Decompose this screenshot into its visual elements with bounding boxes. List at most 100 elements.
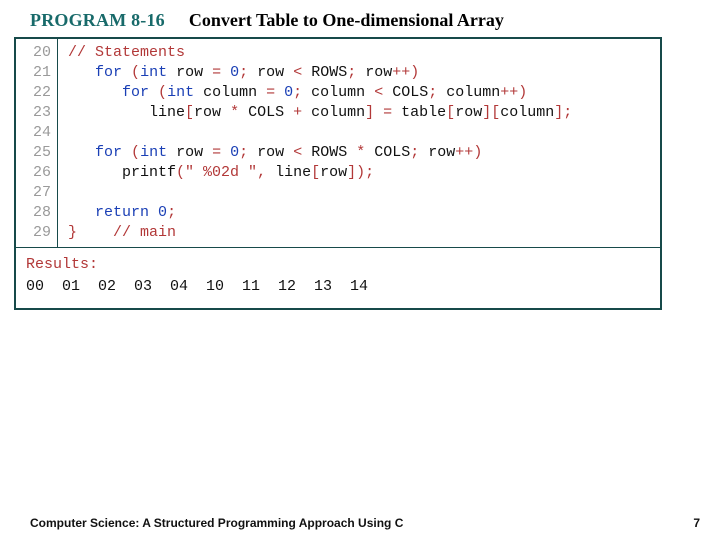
footer-page-number: 7 [693,516,700,530]
paren: ) [356,164,365,181]
slide-footer: Computer Science: A Structured Programmi… [30,516,700,530]
id-row: row [194,104,221,121]
num-0: 0 [230,144,239,161]
rbracket: ] [347,164,356,181]
semi: ; [563,104,572,121]
id-COLS: COLS [374,144,410,161]
num-0: 0 [158,204,167,221]
id-COLS: COLS [392,84,428,101]
id-column: column [500,104,554,121]
id-row: row [257,144,284,161]
rbracket: ] [482,104,491,121]
op-lt: < [284,144,311,161]
line-number: 24 [16,123,51,143]
kw-int: int [140,144,167,161]
kw-return: return [95,204,149,221]
kw-for: for [122,84,149,101]
id-row: row [176,64,203,81]
semi: ; [239,144,248,161]
rbracket: ] [554,104,563,121]
program-label: PROGRAM 8-16 [30,10,165,31]
indent [68,204,95,221]
semi: ; [428,84,437,101]
kw-for: for [95,144,122,161]
paren: ( [131,64,140,81]
op-star: * [221,104,248,121]
indent [68,144,95,161]
op-inc: ++ [455,144,473,161]
comma: , [257,164,266,181]
line-number: 21 [16,63,51,83]
slide: PROGRAM 8-16 Convert Table to One-dimens… [0,0,720,540]
indent [77,224,113,241]
rbracket: ] [365,104,374,121]
paren: ( [158,84,167,101]
semi: ; [167,204,176,221]
line-number-gutter: 20 21 22 23 24 25 26 27 28 29 [16,39,58,247]
kw-for: for [95,64,122,81]
indent [68,64,95,81]
op-inc: ++ [500,84,518,101]
semi: ; [293,84,302,101]
line-number: 25 [16,143,51,163]
results-section: Results: 00 01 02 03 04 10 11 12 13 14 [16,247,660,308]
op-assign: = [203,64,230,81]
line-number: 20 [16,43,51,63]
op-inc: ++ [392,64,410,81]
id-row: row [257,64,284,81]
num-0: 0 [284,84,293,101]
rbrace: } [68,224,77,241]
id-column: column [311,104,365,121]
line-number: 23 [16,103,51,123]
program-title: Convert Table to One-dimensional Array [189,10,504,31]
id-column: column [446,84,500,101]
footer-book-title: Computer Science: A Structured Programmi… [30,516,403,530]
paren: ) [410,64,419,81]
id-line: line [275,164,311,181]
id-column: column [311,84,365,101]
code-comment: // main [113,224,176,241]
semi: ; [239,64,248,81]
lbracket: [ [185,104,194,121]
paren: ( [176,164,185,181]
op-plus: + [284,104,311,121]
op-star: * [347,144,374,161]
id-line: line [149,104,185,121]
id-row: row [365,64,392,81]
semi: ; [410,144,419,161]
line-number: 28 [16,203,51,223]
slide-header: PROGRAM 8-16 Convert Table to One-dimens… [30,10,700,31]
line-number: 22 [16,83,51,103]
code-comment: // Statements [68,44,185,61]
semi: ; [347,64,356,81]
id-row: row [455,104,482,121]
kw-int: int [140,64,167,81]
semi: ; [365,164,374,181]
indent [68,164,122,181]
results-values: 00 01 02 03 04 10 11 12 13 14 [26,276,650,298]
op-assign: = [374,104,401,121]
op-assign: = [203,144,230,161]
code-listing: 20 21 22 23 24 25 26 27 28 29 // Stateme… [14,37,662,310]
lbracket: [ [491,104,500,121]
kw-int: int [167,84,194,101]
line-number: 27 [16,183,51,203]
lbracket: [ [446,104,455,121]
op-assign: = [257,84,284,101]
paren: ( [131,144,140,161]
results-label: Results: [26,254,650,276]
id-COLS: COLS [248,104,284,121]
line-number: 26 [16,163,51,183]
indent [68,84,122,101]
id-ROWS: ROWS [311,144,347,161]
op-lt: < [365,84,392,101]
fn-printf: printf [122,164,176,181]
id-row: row [320,164,347,181]
id-table: table [401,104,446,121]
code-area: // Statements for (int row = 0; row < RO… [58,39,660,247]
string-fmt: " %02d " [185,164,257,181]
op-lt: < [284,64,311,81]
id-column: column [203,84,257,101]
id-row: row [176,144,203,161]
code-body: 20 21 22 23 24 25 26 27 28 29 // Stateme… [16,39,660,247]
